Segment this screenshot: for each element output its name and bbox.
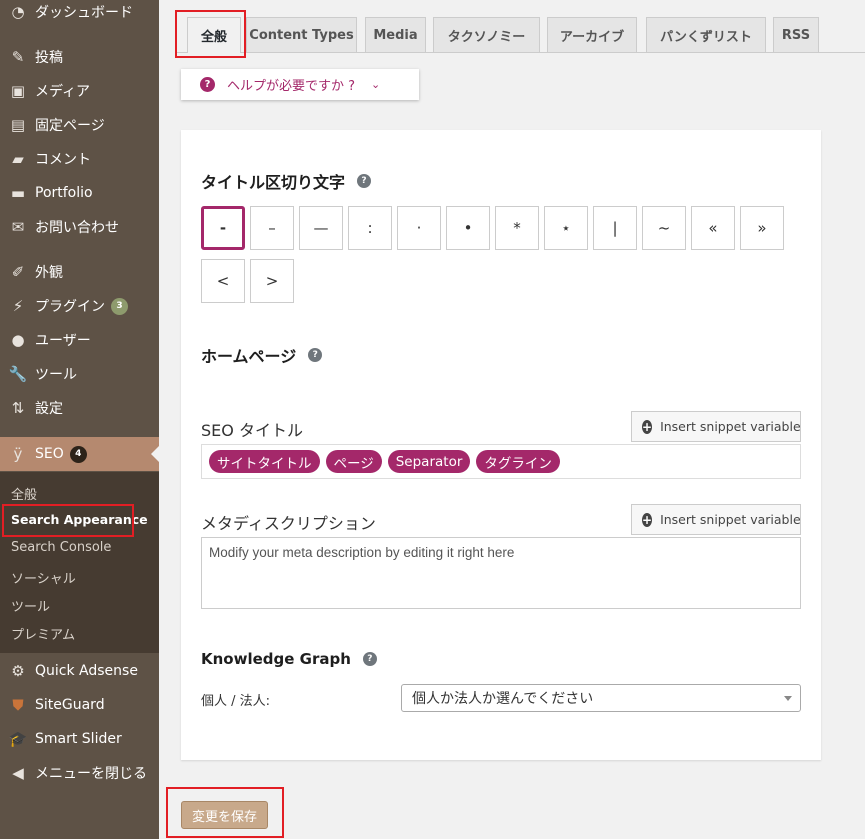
meta-description-label: メタディスクリプション (201, 514, 376, 533)
submenu-tools[interactable]: ツール (11, 596, 50, 615)
menu-smart-slider[interactable]: 🎓 Smart Slider (0, 722, 159, 756)
yoast-icon: ÿ (13, 445, 23, 463)
tab-archives[interactable]: アーカイブ (547, 17, 637, 52)
submenu-general[interactable]: 全般 (11, 484, 37, 503)
separator-option[interactable]: : (348, 206, 392, 250)
comment-icon: ▰ (12, 150, 24, 168)
help-toggle-button[interactable]: ? ヘルプが必要ですか ? ⌄ (181, 69, 419, 100)
separator-option[interactable]: · (397, 206, 441, 250)
menu-users[interactable]: ● ユーザー (0, 323, 159, 357)
submenu-social[interactable]: ソーシャル (11, 568, 76, 587)
page-icon: ▤ (10, 116, 26, 134)
help-icon[interactable]: ? (308, 348, 323, 362)
mail-icon: ✉ (11, 218, 25, 236)
folder-icon: ▬ (10, 184, 26, 202)
snippet-variable-pill[interactable]: タグライン (476, 450, 560, 473)
wrench-icon: 🔧 (8, 365, 28, 383)
tab-baseline (176, 52, 865, 53)
menu-collapse[interactable]: ◀ メニューを閉じる (0, 756, 159, 790)
chevron-down-icon (784, 696, 792, 701)
brush-icon: ✐ (11, 263, 25, 281)
pin-icon: ✎ (11, 48, 25, 66)
user-icon: ● (11, 331, 25, 349)
tab-media[interactable]: Media (365, 17, 426, 52)
seo-submenu: 全般 Search Appearance Search Console ソーシャ… (0, 472, 159, 653)
separator-option[interactable]: < (201, 259, 245, 303)
dashboard-icon: ◔ (11, 3, 25, 21)
insert-snippet-button[interactable]: + Insert snippet variable (631, 411, 801, 442)
menu-siteguard[interactable]: ⛊ SiteGuard (0, 688, 159, 722)
menu-seo[interactable]: ÿ SEO 4 (0, 437, 159, 471)
menu-media[interactable]: ▣ メディア (0, 74, 159, 108)
admin-sidebar: ◔ ダッシュボード ✎ 投稿 ▣ メディア ▤ 固定ページ ▰ コメント ▬ P… (0, 0, 159, 839)
tab-taxonomies[interactable]: タクソノミー (433, 17, 540, 52)
person-organization-select[interactable]: 個人か法人か選んでください (401, 684, 801, 712)
separator-option[interactable]: * (495, 206, 539, 250)
separator-option[interactable]: • (446, 206, 490, 250)
submenu-premium[interactable]: プレミアム (11, 624, 75, 643)
plugin-update-badge: 3 (111, 297, 128, 315)
menu-comments[interactable]: ▰ コメント (0, 142, 159, 176)
separator-option[interactable]: – (250, 206, 294, 250)
settings-icon: ⇅ (11, 399, 25, 417)
menu-settings[interactable]: ⇅ 設定 (0, 391, 159, 425)
separator-option[interactable]: ⋆ (544, 206, 588, 250)
menu-contact[interactable]: ✉ お問い合わせ (0, 210, 159, 244)
separator-option[interactable]: - (201, 206, 245, 250)
help-label: ヘルプが必要ですか ? (227, 79, 356, 94)
menu-appearance[interactable]: ✐ 外観 (0, 255, 159, 289)
separator-option[interactable]: | (593, 206, 637, 250)
knowledge-graph-heading: Knowledge Graph ? (201, 650, 377, 668)
save-changes-button[interactable]: 変更を保存 (181, 801, 268, 829)
homepage-heading: ホームページ ? (201, 343, 323, 367)
help-icon[interactable]: ? (362, 652, 377, 666)
submenu-search-appearance[interactable]: Search Appearance (11, 512, 148, 527)
tab-breadcrumbs[interactable]: パンくずリスト (646, 17, 766, 52)
seo-notification-badge: 4 (69, 445, 87, 463)
separator-option[interactable]: > (250, 259, 294, 303)
media-icon: ▣ (10, 82, 26, 100)
question-icon: ? (200, 77, 215, 92)
separator-option[interactable]: » (740, 206, 784, 250)
submenu-search-console[interactable]: Search Console (11, 540, 111, 555)
plus-icon: + (642, 512, 653, 527)
menu-pages[interactable]: ▤ 固定ページ (0, 108, 159, 142)
snippet-variable-pill[interactable]: ページ (325, 450, 382, 473)
meta-description-input[interactable]: Modify your meta description by editing … (201, 537, 801, 609)
tab-general[interactable]: 全般 (187, 17, 241, 53)
person-organization-label: 個人 / 法人: (201, 694, 271, 709)
menu-dashboard[interactable]: ◔ ダッシュボード (0, 0, 159, 29)
snippet-variable-pill[interactable]: Separator (387, 450, 471, 473)
shield-icon: ⛊ (12, 696, 24, 714)
separator-option[interactable]: « (691, 206, 735, 250)
help-icon[interactable]: ? (357, 174, 372, 188)
chevron-down-icon: ⌄ (371, 78, 381, 91)
tab-content-types[interactable]: Content Types (246, 17, 357, 52)
gear-icon: ⚙ (11, 662, 25, 680)
snippet-variable-pill[interactable]: サイトタイトル (209, 450, 320, 473)
title-separator-heading: タイトル区切り文字 ? (201, 169, 372, 193)
separator-option[interactable]: ~ (642, 206, 686, 250)
menu-portfolio[interactable]: ▬ Portfolio (0, 176, 159, 210)
plugin-icon: ⚡ (12, 297, 24, 315)
collapse-icon: ◀ (12, 764, 24, 782)
seo-title-input[interactable]: サイトタイトル ページ Separator タグライン (201, 444, 801, 479)
menu-plugins[interactable]: ⚡ プラグイン 3 (0, 289, 159, 323)
separator-option[interactable]: — (299, 206, 343, 250)
graduation-cap-icon: 🎓 (8, 730, 28, 748)
menu-tools[interactable]: 🔧 ツール (0, 357, 159, 391)
menu-quick-adsense[interactable]: ⚙ Quick Adsense (0, 654, 159, 688)
menu-posts[interactable]: ✎ 投稿 (0, 40, 159, 74)
seo-title-label: SEO タイトル (201, 421, 303, 440)
plus-icon: + (642, 419, 653, 434)
insert-snippet-button[interactable]: + Insert snippet variable (631, 504, 801, 535)
tab-rss[interactable]: RSS (773, 17, 819, 52)
